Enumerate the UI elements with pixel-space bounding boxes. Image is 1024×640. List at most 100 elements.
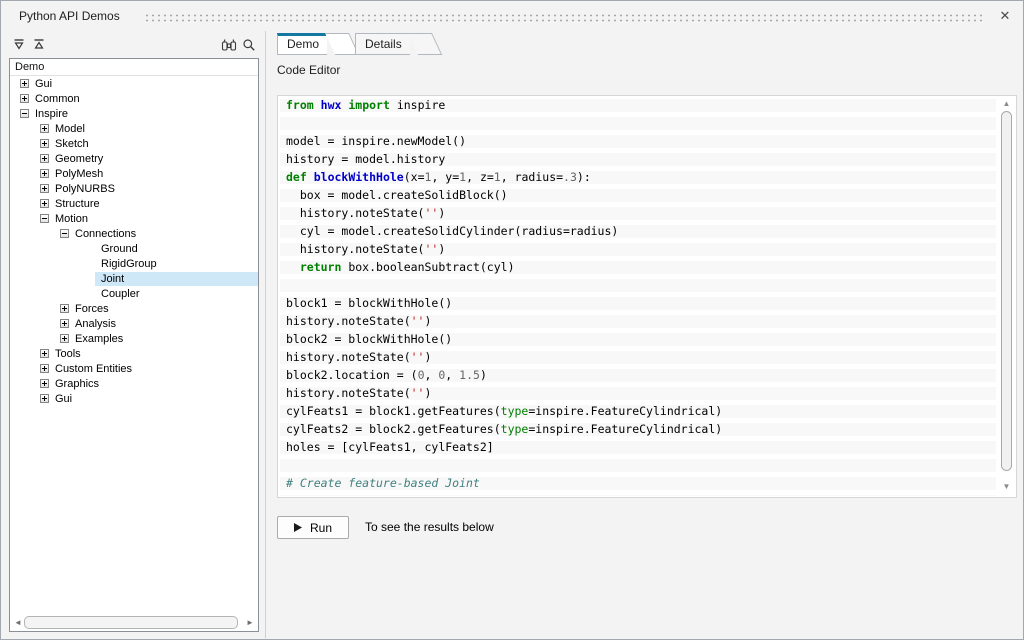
tree-toolbar: [9, 33, 259, 56]
tree-item-inspire[interactable]: Inspire: [10, 106, 258, 121]
titlebar: Python API Demos ✕: [1, 1, 1023, 31]
tree-item-coupler[interactable]: Coupler: [10, 286, 258, 301]
run-hint-text: To see the results below: [365, 520, 494, 534]
tree-item-common[interactable]: Common: [10, 91, 258, 106]
python-api-demos-window: { "window": { "title": "Python API Demos…: [0, 0, 1024, 640]
binoculars-icon[interactable]: [219, 36, 239, 54]
expand-plus-icon[interactable]: [40, 199, 49, 208]
tree-item-label: Custom Entities: [49, 362, 258, 376]
code-line: history = model.history: [280, 153, 996, 166]
tree-indent: [10, 293, 95, 294]
tree-item-ground[interactable]: Ground: [10, 241, 258, 256]
tree-item-joint[interactable]: Joint: [10, 271, 258, 286]
tab-demo[interactable]: Demo: [277, 33, 337, 55]
tree-item-rigidgroup[interactable]: RigidGroup: [10, 256, 258, 271]
expand-plus-icon[interactable]: [40, 169, 49, 178]
tree-item-tools[interactable]: Tools: [10, 346, 258, 361]
scrollbar-thumb[interactable]: [1001, 111, 1012, 471]
tree-item-label: Forces: [69, 302, 258, 316]
tree-header: Demo: [10, 59, 258, 76]
demo-tree: Demo GuiCommonInspireModelSketchGeometry…: [9, 58, 259, 632]
expand-plus-icon[interactable]: [40, 379, 49, 388]
tree-indent: [10, 398, 40, 399]
scrollbar-thumb[interactable]: [24, 616, 238, 629]
tree-item-label: Examples: [69, 332, 258, 346]
tree-body[interactable]: GuiCommonInspireModelSketchGeometryPolyM…: [10, 76, 258, 613]
tree-item-label: Inspire: [29, 107, 258, 121]
expand-plus-icon[interactable]: [40, 124, 49, 133]
code-line: history.noteState(''): [280, 387, 996, 400]
code-line: # Create feature-based Joint: [280, 477, 996, 490]
collapse-all-icon[interactable]: [29, 36, 49, 54]
expand-plus-icon[interactable]: [40, 139, 49, 148]
tree-item-sketch[interactable]: Sketch: [10, 136, 258, 151]
run-button[interactable]: Run: [277, 516, 349, 539]
close-icon[interactable]: ✕: [995, 6, 1015, 26]
tree-item-forces[interactable]: Forces: [10, 301, 258, 316]
expand-plus-icon[interactable]: [40, 349, 49, 358]
expand-plus-icon[interactable]: [20, 94, 29, 103]
tree-item-gui[interactable]: Gui: [10, 76, 258, 91]
expand-plus-icon[interactable]: [40, 154, 49, 163]
code-line: def blockWithHole(x=1, y=1, z=1, radius=…: [280, 171, 996, 184]
code-line: box = model.createSolidBlock(): [280, 189, 996, 202]
tree-indent: [10, 263, 95, 264]
tree-item-polynurbs[interactable]: PolyNURBS: [10, 181, 258, 196]
scroll-right-icon[interactable]: ►: [244, 615, 256, 630]
expand-plus-icon[interactable]: [40, 184, 49, 193]
tree-item-label: RigidGroup: [95, 257, 258, 271]
expand-plus-icon[interactable]: [60, 304, 69, 313]
search-icon[interactable]: [239, 36, 259, 54]
collapse-minus-icon[interactable]: [20, 109, 29, 118]
drag-handle-dots[interactable]: [144, 13, 983, 22]
tree-item-motion[interactable]: Motion: [10, 211, 258, 226]
tree-item-geometry[interactable]: Geometry: [10, 151, 258, 166]
tree-item-label: Graphics: [49, 377, 258, 391]
tree-item-label: Coupler: [95, 287, 258, 301]
collapse-minus-icon[interactable]: [40, 214, 49, 223]
tree-indent: [10, 323, 60, 324]
tree-horizontal-scrollbar[interactable]: ◄ ►: [12, 615, 256, 630]
tree-item-structure[interactable]: Structure: [10, 196, 258, 211]
tree-item-gui[interactable]: Gui: [10, 391, 258, 406]
code-line: [280, 117, 996, 130]
expand-all-icon[interactable]: [9, 36, 29, 54]
scroll-left-icon[interactable]: ◄: [12, 615, 24, 630]
tree-indent: [10, 383, 40, 384]
tree-indent: [10, 98, 20, 99]
tree-item-model[interactable]: Model: [10, 121, 258, 136]
code-line: [280, 459, 996, 472]
code-line: joint1 = inspire.Joint(holes): [280, 495, 996, 496]
expand-plus-icon[interactable]: [40, 394, 49, 403]
code-editor[interactable]: from hwx import inspire model = inspire.n…: [277, 95, 1017, 498]
code-line: model = inspire.newModel(): [280, 135, 996, 148]
collapse-minus-icon[interactable]: [60, 229, 69, 238]
tree-item-examples[interactable]: Examples: [10, 331, 258, 346]
code-line: from hwx import inspire: [280, 99, 996, 112]
expand-plus-icon[interactable]: [40, 364, 49, 373]
code-line: block1 = blockWithHole(): [280, 297, 996, 310]
scroll-up-icon[interactable]: ▲: [999, 99, 1014, 109]
tree-item-analysis[interactable]: Analysis: [10, 316, 258, 331]
code-line: return box.booleanSubtract(cyl): [280, 261, 996, 274]
code-line: block2 = blockWithHole(): [280, 333, 996, 346]
tree-indent: [10, 158, 40, 159]
code-vertical-scrollbar[interactable]: ▲ ▼: [999, 97, 1014, 496]
tree-item-polymesh[interactable]: PolyMesh: [10, 166, 258, 181]
tree-item-label: Analysis: [69, 317, 258, 331]
tree-item-graphics[interactable]: Graphics: [10, 376, 258, 391]
tree-indent: [10, 188, 40, 189]
tree-item-custom-entities[interactable]: Custom Entities: [10, 361, 258, 376]
tree-item-connections[interactable]: Connections: [10, 226, 258, 241]
code-line: history.noteState(''): [280, 243, 996, 256]
tree-item-label: Geometry: [49, 152, 258, 166]
tree-indent: [10, 203, 40, 204]
tree-indent: [10, 113, 20, 114]
expand-plus-icon[interactable]: [20, 79, 29, 88]
scroll-down-icon[interactable]: ▼: [999, 482, 1014, 492]
tab-details[interactable]: Details: [355, 33, 420, 55]
expand-plus-icon[interactable]: [60, 334, 69, 343]
expand-plus-icon[interactable]: [60, 319, 69, 328]
tree-item-label: Common: [29, 92, 258, 106]
tree-indent: [10, 173, 40, 174]
